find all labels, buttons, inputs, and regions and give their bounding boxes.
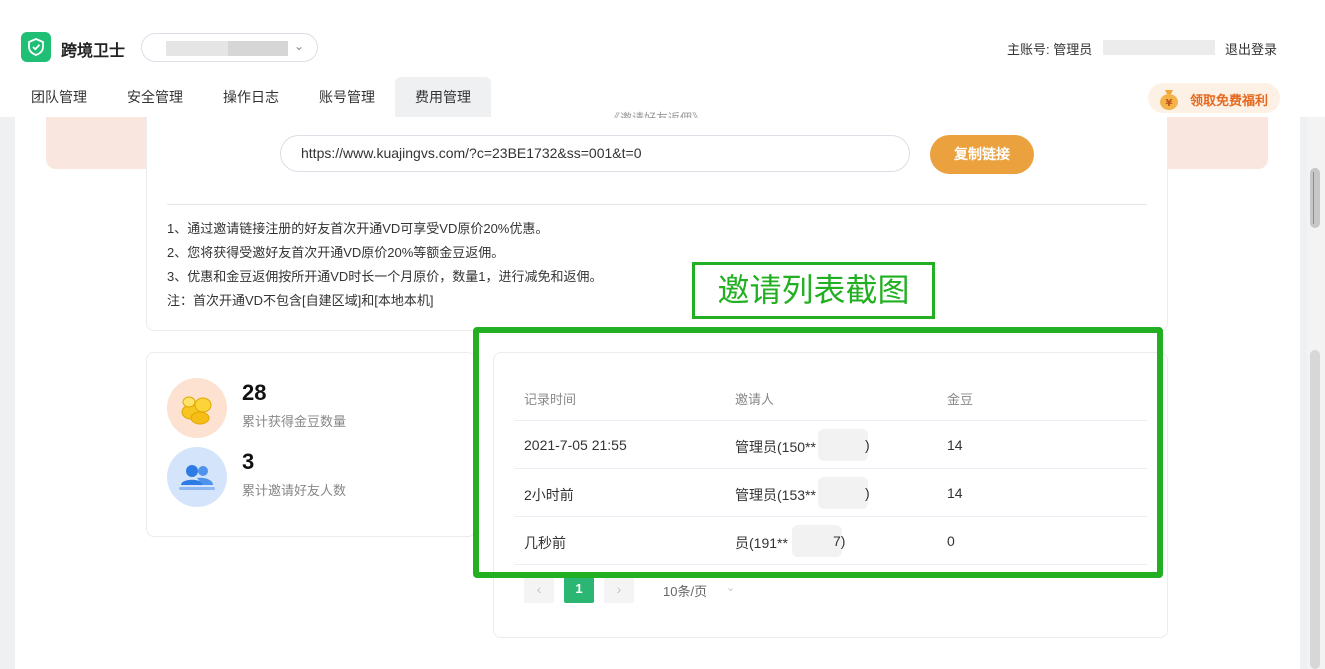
row-divider: [514, 564, 1147, 565]
redacted-phone: [818, 429, 868, 461]
nav-tabs: 团队管理 安全管理 操作日志 账号管理 费用管理: [11, 77, 491, 117]
tab-logs[interactable]: 操作日志: [203, 77, 299, 117]
brand-name: 跨境卫士: [61, 43, 126, 60]
row-divider: [514, 420, 1147, 421]
divider: [167, 204, 1147, 205]
chevron-down-icon: ⌄: [726, 582, 736, 594]
row-2-inviter-end: ): [865, 485, 870, 501]
friends-total: 3: [242, 449, 255, 474]
main-account-label: 主账号: 管理员: [1007, 42, 1093, 57]
redacted-phone: [818, 477, 868, 509]
row-2-inviter: 管理员(153**: [735, 487, 816, 503]
prev-page-button[interactable]: ‹: [524, 575, 554, 603]
row-1-inviter-end: ): [865, 437, 870, 453]
column-header-beans: 金豆: [947, 392, 974, 407]
copy-link-button[interactable]: 复制链接: [930, 135, 1034, 174]
account-select[interactable]: ⌄: [141, 33, 318, 62]
rule-item: 1、通过邀请链接注册的好友首次开通VD可享受VD原价20%优惠。: [167, 221, 549, 236]
tab-team[interactable]: 团队管理: [11, 77, 107, 117]
row-divider: [514, 468, 1147, 469]
rule-item: 2、您将获得受邀好友首次开通VD原价20%等额金豆返佣。: [167, 245, 505, 260]
money-bag-icon: ¥: [1160, 90, 1178, 110]
scrollbar-lower[interactable]: [1310, 350, 1320, 669]
row-2-time: 2小时前: [524, 487, 574, 503]
chevron-down-icon: ⌄: [294, 39, 305, 53]
row-3-time: 几秒前: [524, 535, 566, 551]
row-2-beans: 14: [947, 485, 963, 501]
row-1-inviter: 管理员(150**: [735, 439, 816, 455]
gold-beans-icon: [167, 378, 227, 438]
rule-item: 3、优惠和金豆返佣按所开通VD时长一个月原价，数量1，进行减免和返佣。: [167, 269, 603, 284]
row-1-beans: 14: [947, 437, 963, 453]
shield-icon: [28, 38, 44, 56]
friends-icon: [167, 447, 227, 507]
app-logo: [21, 32, 51, 62]
top-header: 跨境卫士 ⌄ 主账号: 管理员 退出登录 团队管理 安全管理 操作日志 账号管理…: [0, 0, 1325, 117]
tab-accounts[interactable]: 账号管理: [299, 77, 395, 117]
tab-security[interactable]: 安全管理: [107, 77, 203, 117]
column-header-time: 记录时间: [524, 392, 577, 407]
beans-total: 28: [242, 380, 267, 405]
invite-rules: 1、通过邀请链接注册的好友首次开通VD可享受VD原价20%优惠。 2、您将获得受…: [167, 217, 603, 313]
svg-text:¥: ¥: [1166, 98, 1173, 109]
scrollbar-thumb[interactable]: [1310, 168, 1320, 228]
invite-section-title: 《邀请好友返佣》: [608, 111, 705, 118]
free-benefit-label: 领取免费福利: [1190, 93, 1269, 108]
rule-note: 注：首次开通VD不包含[自建区域]和[本地本机]: [167, 293, 434, 308]
row-3-inviter-end: 7): [833, 533, 846, 549]
invite-link-field[interactable]: https://www.kuajingvs.com/?c=23BE1732&ss…: [280, 135, 910, 172]
row-3-inviter: 员(191**: [735, 535, 788, 551]
friends-total-label: 累计邀请好友人数: [242, 483, 347, 498]
column-header-inviter: 邀请人: [735, 392, 775, 407]
page-1-button[interactable]: 1: [564, 575, 594, 603]
tab-billing[interactable]: 费用管理: [395, 77, 491, 117]
annotation-label: 邀请列表截图: [692, 262, 935, 319]
row-3-beans: 0: [947, 533, 955, 549]
free-benefit-button[interactable]: ¥ 领取免费福利: [1148, 83, 1280, 113]
next-page-button[interactable]: ›: [604, 575, 634, 603]
logout-link[interactable]: 退出登录: [1225, 39, 1277, 58]
page-size-select[interactable]: 10条/页: [663, 581, 707, 600]
row-1-time: 2021-7-05 21:55: [524, 437, 627, 453]
redacted-account-id: [1103, 40, 1215, 55]
beans-total-label: 累计获得金豆数量: [242, 414, 347, 429]
redacted-account-part: [228, 41, 288, 56]
row-divider: [514, 516, 1147, 517]
